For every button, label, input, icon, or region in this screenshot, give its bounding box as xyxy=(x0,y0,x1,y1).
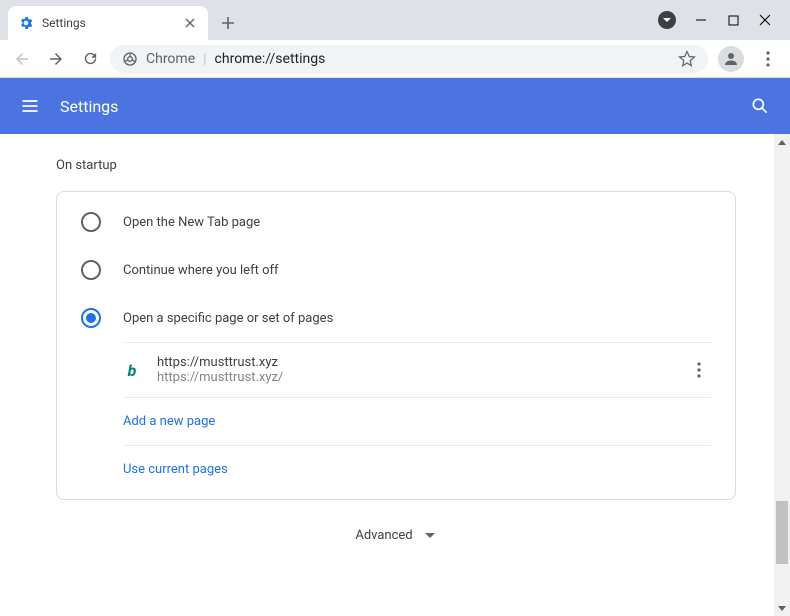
hamburger-icon[interactable] xyxy=(20,96,40,116)
scroll-down-icon[interactable] xyxy=(774,600,790,616)
forward-button[interactable] xyxy=(42,45,70,73)
minimize-button[interactable] xyxy=(694,13,708,27)
scroll-up-icon[interactable] xyxy=(774,134,790,150)
toolbar: Chrome | chrome://settings xyxy=(0,40,790,78)
use-current-pages-link[interactable]: Use current pages xyxy=(123,445,711,493)
radio-icon xyxy=(81,308,101,328)
window-controls xyxy=(640,0,790,40)
page-name: https://musttrust.xyz xyxy=(157,355,671,370)
profile-avatar[interactable] xyxy=(718,46,744,72)
search-icon[interactable] xyxy=(750,96,770,116)
address-bar[interactable]: Chrome | chrome://settings xyxy=(110,45,708,73)
scroll-track[interactable] xyxy=(774,150,790,600)
advanced-label: Advanced xyxy=(355,528,412,543)
startup-card: Open the New Tab page Continue where you… xyxy=(56,191,736,500)
close-icon[interactable] xyxy=(182,15,198,31)
page-title: Settings xyxy=(60,97,118,116)
advanced-toggle[interactable]: Advanced xyxy=(32,528,758,543)
omnibox-origin: Chrome xyxy=(146,51,195,67)
window-close-button[interactable] xyxy=(758,13,772,27)
chevron-down-icon xyxy=(425,533,435,539)
back-button[interactable] xyxy=(8,45,36,73)
radio-icon xyxy=(81,212,101,232)
new-tab-button[interactable] xyxy=(214,9,242,37)
scroll-thumb[interactable] xyxy=(776,501,788,564)
radio-label: Open a specific page or set of pages xyxy=(123,311,333,326)
tab-title: Settings xyxy=(42,16,174,30)
window-titlebar: Settings xyxy=(0,0,790,40)
vertical-scrollbar[interactable] xyxy=(774,134,790,616)
section-title: On startup xyxy=(56,158,758,173)
page-url: https://musttrust.xyz/ xyxy=(157,370,671,385)
startup-page-list: b https://musttrust.xyz https://musttrus… xyxy=(123,342,711,493)
user-indicator-icon[interactable] xyxy=(658,11,676,29)
settings-header: Settings xyxy=(0,78,790,134)
add-page-link[interactable]: Add a new page xyxy=(123,397,711,445)
site-favicon-icon: b xyxy=(123,361,141,379)
bookmark-star-icon[interactable] xyxy=(678,50,696,68)
radio-continue[interactable]: Continue where you left off xyxy=(57,246,735,294)
list-item: b https://musttrust.xyz https://musttrus… xyxy=(123,343,711,397)
gear-icon xyxy=(18,15,34,31)
radio-new-tab[interactable]: Open the New Tab page xyxy=(57,198,735,246)
reload-button[interactable] xyxy=(76,45,104,73)
radio-label: Open the New Tab page xyxy=(123,215,260,230)
omnibox-url: chrome://settings xyxy=(215,51,326,67)
page-item-menu[interactable] xyxy=(687,362,711,378)
radio-label: Continue where you left off xyxy=(123,263,279,278)
browser-tab[interactable]: Settings xyxy=(8,6,208,40)
maximize-button[interactable] xyxy=(726,13,740,27)
omnibox-divider: | xyxy=(203,51,206,67)
radio-specific-pages[interactable]: Open a specific page or set of pages xyxy=(57,294,735,342)
main-menu-button[interactable] xyxy=(754,45,782,73)
radio-icon xyxy=(81,260,101,280)
chrome-icon xyxy=(122,51,138,67)
